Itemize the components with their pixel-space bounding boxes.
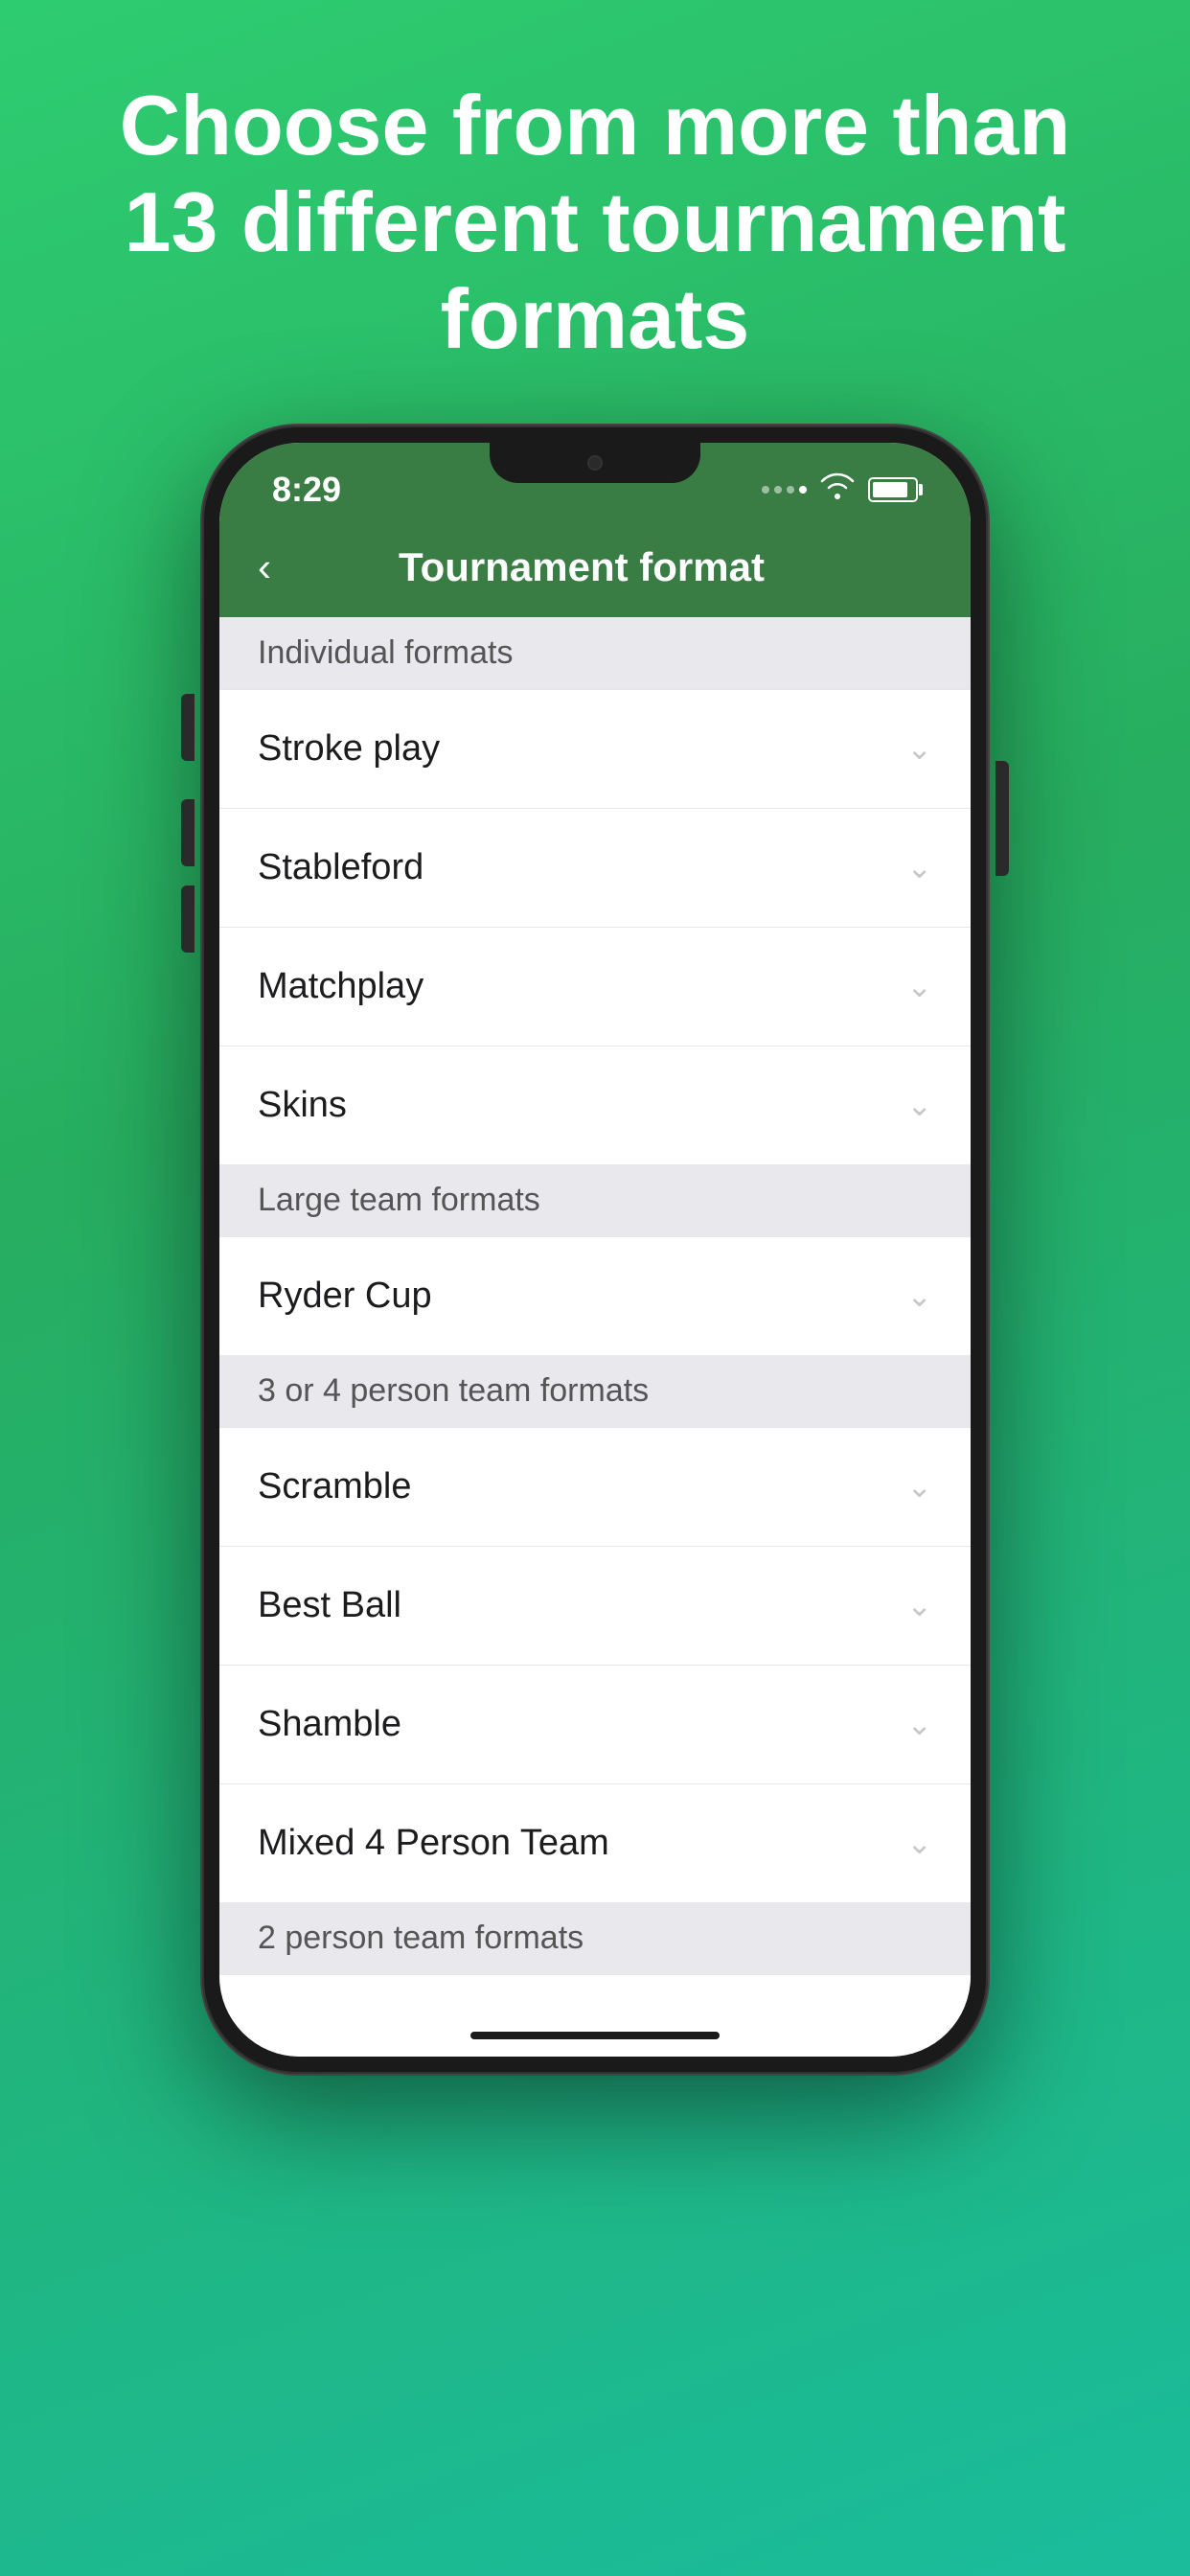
back-button[interactable]: ‹ [258,544,271,590]
item-group-large-team: Ryder Cup ⌄ [219,1236,971,1355]
list-item[interactable]: Skins ⌄ [219,1046,971,1164]
phone-screen: 8:29 [219,443,971,2057]
signal-icon [762,486,807,494]
list-item[interactable]: Two Person Scramble ⌄ [219,1974,971,2018]
phone-outer: 8:29 [202,426,988,2074]
chevron-down-icon: ⌄ [906,968,932,1004]
chevron-down-icon: ⌄ [906,849,932,886]
chevron-down-icon: ⌄ [906,1277,932,1314]
home-bar [470,2032,720,2039]
section-header-3or4: 3 or 4 person team formats [219,1355,971,1427]
section-header-large-team: Large team formats [219,1164,971,1236]
list-item[interactable]: Ryder Cup ⌄ [219,1236,971,1355]
section-header-individual: Individual formats [219,617,971,689]
list-item[interactable]: Best Ball ⌄ [219,1547,971,1666]
list-item[interactable]: Stableford ⌄ [219,809,971,928]
nav-bar: ‹ Tournament format [219,523,971,617]
list-item[interactable]: Matchplay ⌄ [219,928,971,1046]
section-header-2person: 2 person team formats [219,1902,971,1974]
chevron-down-icon: ⌄ [906,1468,932,1505]
chevron-down-icon: ⌄ [906,730,932,767]
chevron-down-icon: ⌄ [906,1706,932,1742]
hero-title: Choose from more than 13 different tourn… [0,0,1190,426]
list-item[interactable]: Stroke play ⌄ [219,689,971,809]
wifi-icon [820,472,855,507]
item-label: Stableford [258,847,423,888]
item-group-individual: Stroke play ⌄ Stableford ⌄ Matchplay ⌄ S… [219,689,971,1164]
item-label: Shamble [258,1704,401,1745]
nav-title: Tournament format [290,544,873,590]
item-label: Matchplay [258,966,423,1007]
item-label: Stroke play [258,728,440,770]
status-icons [762,472,918,507]
item-label: Mixed 4 Person Team [258,1823,609,1864]
item-label: Ryder Cup [258,1276,432,1317]
item-group-3or4: Scramble ⌄ Best Ball ⌄ Shamble ⌄ Mixed 4… [219,1427,971,1902]
content-area: Individual formats Stroke play ⌄ Stablef… [219,617,971,2018]
list-item[interactable]: Scramble ⌄ [219,1427,971,1547]
list-item[interactable]: Mixed 4 Person Team ⌄ [219,1784,971,1902]
notch-camera [587,455,603,471]
item-group-2person: Two Person Scramble ⌄ [219,1974,971,2018]
chevron-down-icon: ⌄ [906,1587,932,1623]
item-label: Best Ball [258,1585,401,1626]
status-time: 8:29 [272,470,341,510]
phone-wrapper: 8:29 [202,426,988,2576]
home-indicator [219,2018,971,2057]
chevron-down-icon: ⌄ [906,1825,932,1861]
battery-icon [868,477,918,502]
item-label: Scramble [258,1466,412,1507]
item-label: Skins [258,1085,347,1126]
notch [490,443,700,483]
chevron-down-icon: ⌄ [906,1087,932,1123]
list-item[interactable]: Shamble ⌄ [219,1666,971,1784]
